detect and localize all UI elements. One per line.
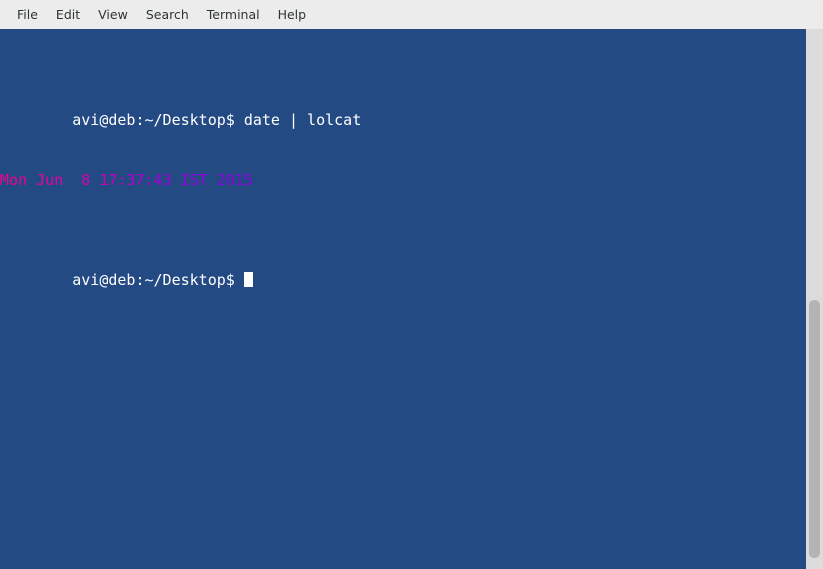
menu-edit[interactable]: Edit bbox=[47, 4, 89, 26]
menu-help[interactable]: Help bbox=[269, 4, 316, 26]
menu-file[interactable]: File bbox=[8, 4, 47, 26]
terminal-window: File Edit View Search Terminal Help avi@… bbox=[0, 0, 823, 569]
menu-terminal[interactable]: Terminal bbox=[198, 4, 269, 26]
scrollbar-thumb[interactable] bbox=[809, 300, 820, 558]
terminal-line-command: avi@deb:~/Desktop$ date | lolcat bbox=[0, 90, 361, 129]
lolcat-char-7 bbox=[63, 171, 72, 189]
terminal-line-prompt: avi@deb:~/Desktop$ bbox=[0, 250, 361, 289]
lolcat-char-2: n bbox=[18, 171, 28, 189]
lolcat-char-17: 4 bbox=[153, 171, 163, 189]
terminal-line-lolcat-output: Mon Jun 8 17:37:43 IST 2015 bbox=[0, 170, 361, 190]
lolcat-char-10 bbox=[90, 171, 99, 189]
lolcat-char-0: M bbox=[0, 171, 10, 189]
lolcat-char-27: 5 bbox=[243, 171, 253, 189]
menu-view[interactable]: View bbox=[89, 4, 137, 26]
lolcat-char-22: T bbox=[198, 171, 208, 189]
lolcat-char-25: 0 bbox=[225, 171, 235, 189]
shell-prompt: avi@deb:~/Desktop$ bbox=[72, 271, 244, 289]
vertical-scrollbar[interactable] bbox=[806, 29, 823, 569]
lolcat-char-21: S bbox=[189, 171, 199, 189]
shell-prompt: avi@deb:~/Desktop$ bbox=[72, 111, 244, 129]
lolcat-char-3 bbox=[27, 171, 36, 189]
lolcat-char-20: I bbox=[180, 171, 190, 189]
terminal-screen[interactable]: avi@deb:~/Desktop$ date | lolcat Mon Jun… bbox=[0, 29, 806, 569]
lolcat-char-9: 8 bbox=[81, 171, 91, 189]
lolcat-char-6: n bbox=[54, 171, 64, 189]
lolcat-char-18: 3 bbox=[162, 171, 172, 189]
menu-search[interactable]: Search bbox=[137, 4, 198, 26]
lolcat-char-15: 7 bbox=[135, 171, 145, 189]
text-cursor bbox=[243, 272, 253, 287]
lolcat-char-1: o bbox=[9, 171, 19, 189]
terminal-text-area[interactable]: avi@deb:~/Desktop$ date | lolcat Mon Jun… bbox=[0, 29, 361, 330]
lolcat-char-26: 1 bbox=[234, 171, 244, 189]
lolcat-char-4: J bbox=[36, 171, 46, 189]
lolcat-char-19 bbox=[172, 171, 181, 189]
lolcat-char-8 bbox=[72, 171, 81, 189]
lolcat-char-16: : bbox=[144, 171, 154, 189]
menu-bar: File Edit View Search Terminal Help bbox=[0, 0, 823, 29]
lolcat-char-23 bbox=[208, 171, 217, 189]
lolcat-char-5: u bbox=[45, 171, 55, 189]
lolcat-char-24: 2 bbox=[216, 171, 226, 189]
shell-command: date | lolcat bbox=[243, 111, 362, 129]
